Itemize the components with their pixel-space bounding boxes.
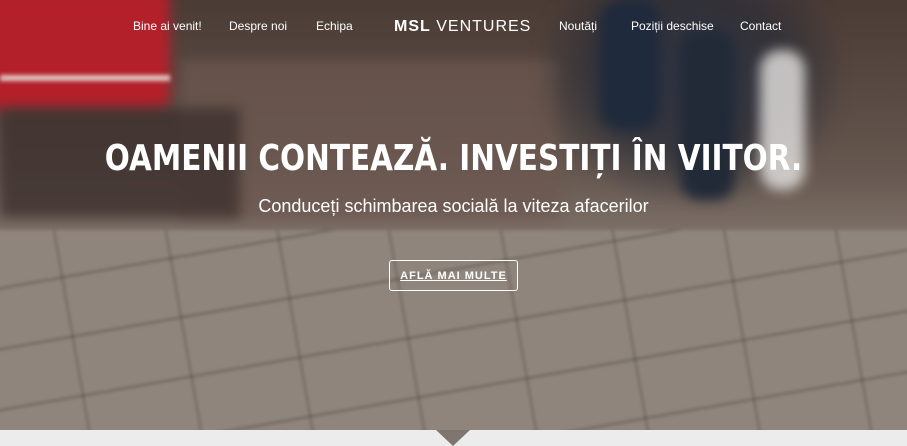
nav-link-news[interactable]: Noutăți: [559, 19, 597, 33]
learn-more-button[interactable]: AFLĂ MAI MULTE: [389, 260, 518, 291]
hero-subheadline: Conduceți schimbarea socială la viteza a…: [258, 196, 649, 216]
nav-link-welcome[interactable]: Bine ai venit!: [133, 19, 202, 33]
brand-logo[interactable]: MSL VENTURES: [394, 18, 531, 36]
brand-logo-bold: MSL: [394, 18, 431, 35]
brand-logo-rest: VENTURES: [430, 18, 532, 35]
hero-section: Bine ai venit! Despre noi Echipa MSL VEN…: [0, 0, 907, 430]
hero-headline: OAMENII CONTEAZĂ. INVESTIȚI ÎN VIITOR.: [104, 138, 803, 179]
nav-link-team[interactable]: Echipa: [316, 19, 353, 33]
nav-link-about[interactable]: Despre noi: [229, 19, 287, 33]
hero-background-train-stripe: [0, 75, 170, 81]
nav-link-open-positions[interactable]: Poziții deschise: [631, 19, 714, 33]
nav-link-contact[interactable]: Contact: [740, 19, 781, 33]
down-arrow-icon[interactable]: [436, 430, 470, 446]
main-navigation: Bine ai venit! Despre noi Echipa MSL VEN…: [0, 0, 907, 54]
